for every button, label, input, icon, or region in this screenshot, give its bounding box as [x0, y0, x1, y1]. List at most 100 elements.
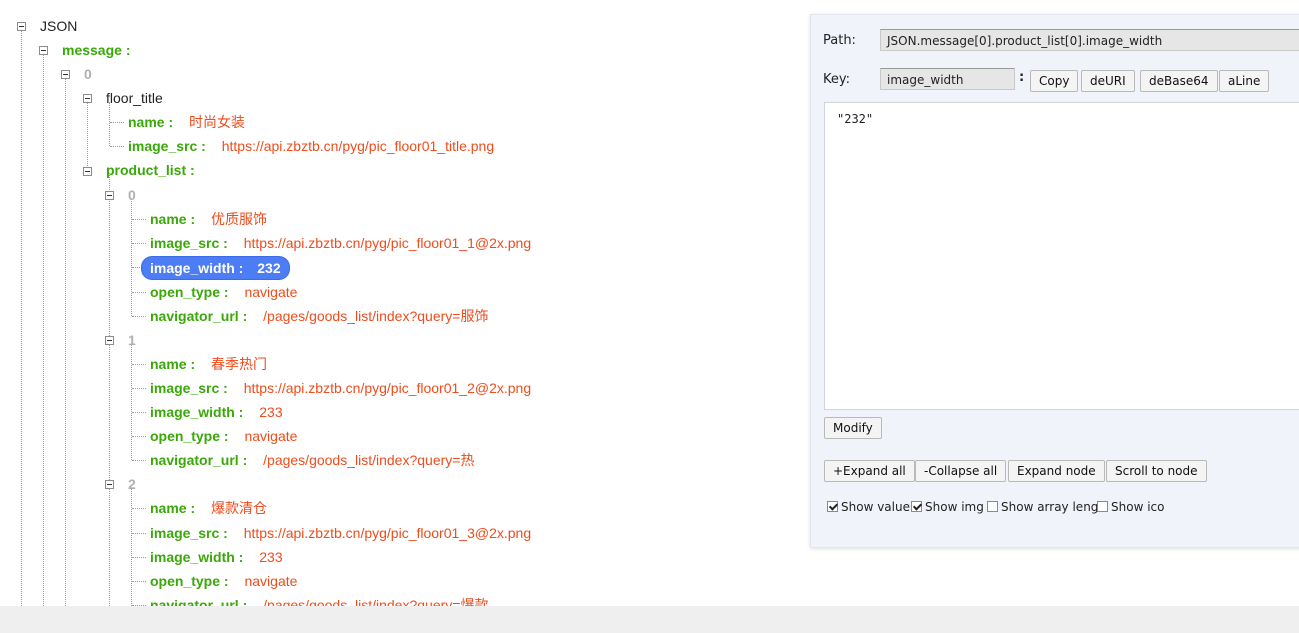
- tree-leaf[interactable]: navigator_url : /pages/goods_list/index?…: [150, 304, 488, 328]
- modify-button[interactable]: Modify: [824, 417, 882, 439]
- json-tree: JSON message : 0 floor_title name : 时尚女装…: [0, 0, 800, 606]
- collapse-toggle-icon[interactable]: [105, 191, 114, 200]
- collapse-all-button[interactable]: -Collapse all: [915, 460, 1007, 482]
- tree-branch-line: [132, 460, 146, 461]
- tree-branch-line: [132, 581, 146, 582]
- debase64-button[interactable]: deBase64: [1140, 70, 1218, 92]
- collapse-toggle-icon[interactable]: [17, 22, 26, 31]
- expand-node-button[interactable]: Expand node: [1008, 460, 1105, 482]
- show-ico-option[interactable]: Show ico: [1097, 500, 1164, 514]
- tree-leaf[interactable]: image_width : 233: [150, 545, 283, 569]
- value-editor[interactable]: "232": [824, 102, 1299, 410]
- tree-value: 爆款清仓: [211, 500, 268, 516]
- tree-leaf[interactable]: image_src : https://api.zbztb.cn/pyg/pic…: [150, 521, 531, 545]
- tree-value: https://api.zbztb.cn/pyg/pic_floor01_tit…: [221, 138, 495, 154]
- tree-key: navigator_url :: [150, 452, 248, 468]
- tree-branch-line: [132, 557, 146, 558]
- tree-leaf[interactable]: name : 春季热门: [150, 352, 267, 376]
- copy-button[interactable]: Copy: [1030, 70, 1079, 92]
- scroll-to-node-button[interactable]: Scroll to node: [1106, 460, 1207, 482]
- tree-key: name :: [150, 356, 196, 372]
- tree-node-index[interactable]: 1: [128, 328, 136, 352]
- show-array-length-option[interactable]: Show array leng: [987, 500, 1098, 514]
- tree-node-index[interactable]: 0: [128, 183, 136, 207]
- tree-leaf[interactable]: open_type : navigate: [150, 280, 297, 304]
- tree-leaf[interactable]: open_type : navigate: [150, 424, 297, 448]
- tree-leaf[interactable]: name : 时尚女装: [128, 110, 245, 134]
- tree-guide-line: [109, 175, 110, 606]
- tree-value: 优质服饰: [211, 211, 268, 227]
- tree-key: image_src :: [150, 380, 228, 396]
- expand-all-button[interactable]: +Expand all: [824, 460, 915, 482]
- collapse-toggle-icon[interactable]: [105, 336, 114, 345]
- show-value-label: Show value: [841, 500, 910, 514]
- tree-key: open_type :: [150, 284, 229, 300]
- tree-leaf[interactable]: navigator_url : /pages/goods_list/index?…: [150, 448, 474, 472]
- path-label: Path:: [823, 33, 856, 48]
- collapse-toggle-icon[interactable]: [105, 480, 114, 489]
- tree-branch-line: [132, 267, 142, 268]
- key-label: Key:: [823, 72, 851, 87]
- checkbox-unchecked-icon[interactable]: [987, 501, 998, 512]
- show-img-option[interactable]: Show img: [911, 500, 984, 514]
- tree-key: image_width :: [150, 260, 244, 276]
- node-inspector-panel: Path: JSON.message[0].product_list[0].im…: [810, 14, 1299, 548]
- tree-guide-line: [65, 78, 66, 606]
- tree-value: navigate: [244, 573, 298, 589]
- checkbox-checked-icon[interactable]: [827, 501, 838, 512]
- tree-node-product-list[interactable]: product_list :: [106, 158, 195, 182]
- key-field[interactable]: image_width: [880, 68, 1015, 90]
- tree-leaf[interactable]: image_src : https://api.zbztb.cn/pyg/pic…: [150, 231, 531, 255]
- checkbox-checked-icon[interactable]: [911, 501, 922, 512]
- tree-key: image_width :: [150, 549, 244, 565]
- tree-value: /pages/goods_list/index?query=热: [263, 452, 475, 468]
- tree-value: navigate: [244, 428, 298, 444]
- json-viewer-app: JSON message : 0 floor_title name : 时尚女装…: [0, 0, 1299, 633]
- deuri-button[interactable]: deURI: [1081, 70, 1135, 92]
- collapse-toggle-icon[interactable]: [39, 46, 48, 55]
- tree-leaf[interactable]: name : 爆款清仓: [150, 496, 267, 520]
- tree-node-message[interactable]: message :: [62, 38, 130, 62]
- tree-branch-line: [110, 122, 124, 123]
- tree-node-index[interactable]: 2: [128, 472, 136, 496]
- tree-value: 时尚女装: [189, 114, 246, 130]
- tree-branch-line: [132, 412, 146, 413]
- tree-node-root[interactable]: JSON: [40, 14, 77, 38]
- tree-leaf[interactable]: image_src : https://api.zbztb.cn/pyg/pic…: [128, 134, 494, 158]
- tree-key: image_width :: [150, 404, 244, 420]
- tree-key: name :: [150, 211, 196, 227]
- tree-guide-line: [131, 488, 132, 606]
- tree-key: navigator_url :: [150, 308, 248, 324]
- tree-value: https://api.zbztb.cn/pyg/pic_floor01_2@2…: [243, 380, 532, 396]
- tree-leaf[interactable]: image_src : https://api.zbztb.cn/pyg/pic…: [150, 376, 531, 400]
- tree-value: /pages/goods_list/index?query=爆款: [263, 597, 489, 606]
- show-array-length-label: Show array leng: [1001, 500, 1099, 514]
- tree-node-floor-title[interactable]: floor_title: [106, 86, 163, 110]
- tree-leaf[interactable]: navigator_url : /pages/goods_list/index?…: [150, 593, 488, 606]
- tree-leaf[interactable]: image_width : 233: [150, 400, 283, 424]
- collapse-toggle-icon[interactable]: [61, 70, 70, 79]
- tree-branch-line: [132, 533, 146, 534]
- tree-guide-line: [21, 30, 22, 606]
- collapse-toggle-icon[interactable]: [83, 94, 92, 103]
- collapse-toggle-icon[interactable]: [83, 167, 92, 176]
- tree-guide-line: [131, 344, 132, 460]
- selection-highlight: image_width : 232: [142, 257, 289, 279]
- tree-node-index[interactable]: 0: [84, 62, 92, 86]
- tree-branch-line: [132, 436, 146, 437]
- tree-leaf[interactable]: name : 优质服饰: [150, 207, 267, 231]
- tree-key: navigator_url :: [150, 597, 248, 606]
- tree-leaf-selected[interactable]: image_width : 232: [142, 256, 289, 280]
- tree-leaf[interactable]: open_type : navigate: [150, 569, 297, 593]
- path-field[interactable]: JSON.message[0].product_list[0].image_wi…: [880, 29, 1299, 51]
- bottom-scroll-bar[interactable]: [0, 606, 1299, 633]
- checkbox-unchecked-icon[interactable]: [1097, 501, 1108, 512]
- aline-button[interactable]: aLine: [1219, 70, 1270, 92]
- tree-key: image_src :: [150, 525, 228, 541]
- tree-guide-line: [131, 199, 132, 316]
- tree-branch-line: [132, 243, 146, 244]
- tree-key: name :: [150, 500, 196, 516]
- tree-branch-line: [132, 388, 146, 389]
- show-value-option[interactable]: Show value: [827, 500, 910, 514]
- tree-value: 233: [259, 404, 283, 420]
